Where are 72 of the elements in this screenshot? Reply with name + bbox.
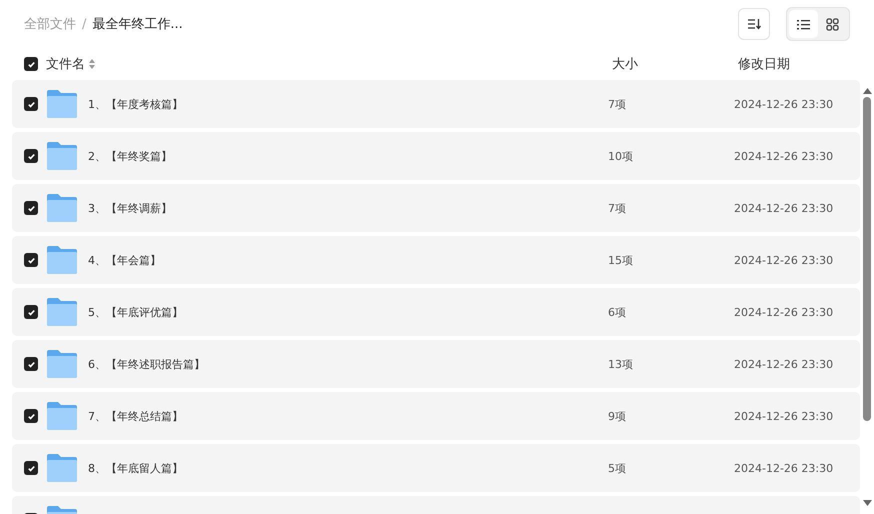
sort-button[interactable] [738,8,770,40]
item-count: 15项 [608,254,633,266]
check-icon [26,464,36,472]
modified-date: 2024-12-26 23:30 [734,306,834,318]
breadcrumb-separator: / [82,16,86,32]
folder-icon [47,90,77,118]
check-icon [26,256,36,264]
file-row[interactable]: 5、【年底评优篇】 6项 2024-12-26 23:30 [12,288,860,336]
checkbox[interactable] [24,253,38,267]
check-icon [26,60,36,68]
check-icon [26,308,36,316]
file-name: 3、【年终调薪】 [88,202,172,214]
modified-date: 2024-12-26 23:30 [734,254,834,266]
breadcrumb-item: 最全年终工作... [92,16,183,33]
file-name: 7、【年终总结篇】 [88,410,183,422]
file-name: 4、【年会篇】 [88,254,161,266]
column-header: 大小 [612,56,639,73]
folder-icon [47,246,77,274]
item-count: 6项 [608,306,626,318]
scrollbar-thumb[interactable] [863,97,871,421]
check-icon [26,360,36,368]
file-row[interactable]: 3、【年终调薪】 7项 2024-12-26 23:30 [12,184,860,232]
check-icon [26,412,36,420]
modified-date: 2024-12-26 23:30 [734,358,834,370]
folder-icon [47,194,77,222]
list-view-button[interactable] [789,10,818,38]
file-name: 6、【年终述职报告篇】 [88,358,205,370]
file-name: 5、【年底评优篇】 [88,306,183,318]
grid-icon [826,18,839,30]
modified-date: 2024-12-26 23:30 [734,150,834,162]
item-count: 7项 [608,202,626,214]
file-row[interactable]: 2、【年终奖篇】 10项 2024-12-26 23:30 [12,132,860,180]
check-icon [26,204,36,212]
file-name: 8、【年底留人篇】 [88,462,183,474]
sort-lines-icon [747,18,761,30]
sort-icon [89,59,95,69]
scroll-down-icon[interactable] [862,500,872,506]
checkbox[interactable] [24,149,38,163]
folder-icon [47,402,77,430]
file-row[interactable]: 8、【年底留人篇】 5项 2024-12-26 23:30 [12,444,860,492]
item-count: 5项 [608,462,626,474]
file-row[interactable]: 1、【年度考核篇】 7项 2024-12-26 23:30 [12,80,860,128]
list-icon [797,18,810,30]
folder-icon [47,350,77,378]
column-header: 修改日期 [738,56,790,73]
check-icon [26,152,36,160]
item-count: 7项 [608,98,626,110]
checkbox[interactable] [24,97,38,111]
file-name: 1、【年度考核篇】 [88,98,183,110]
checkbox[interactable] [24,305,38,319]
modified-date: 2024-12-26 23:30 [734,410,834,422]
item-count: 9项 [608,410,626,422]
item-count: 10项 [608,150,633,162]
scroll-up-icon[interactable] [862,88,872,94]
column-header[interactable]: 文件名 [46,55,85,73]
check-icon [26,100,36,108]
item-count: 13项 [608,358,633,370]
file-row[interactable]: 6、【年终述职报告篇】 13项 2024-12-26 23:30 [12,340,860,388]
checkbox[interactable] [24,57,38,71]
file-row[interactable]: 7、【年终总结篇】 9项 2024-12-26 23:30 [12,392,860,440]
checkbox[interactable] [24,357,38,371]
checkbox[interactable] [24,409,38,423]
folder-icon [47,142,77,170]
folder-icon [47,298,77,326]
file-row[interactable]: 4、【年会篇】 15项 2024-12-26 23:30 [12,236,860,284]
file-name: 2、【年终奖篇】 [88,150,172,162]
checkbox[interactable] [24,461,38,475]
modified-date: 2024-12-26 23:30 [734,462,834,474]
modified-date: 2024-12-26 23:30 [734,98,834,110]
folder-icon [47,454,77,482]
checkbox[interactable] [24,201,38,215]
modified-date: 2024-12-26 23:30 [734,202,834,214]
